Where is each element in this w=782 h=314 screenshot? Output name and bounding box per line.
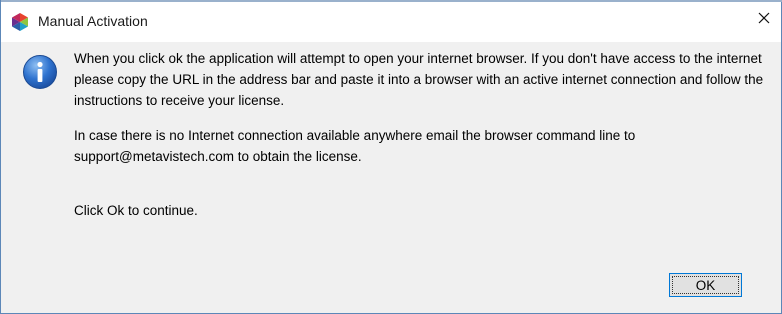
message-paragraph-email: In case there is no Internet connection … [74, 128, 636, 164]
ok-button-label: OK [695, 277, 716, 293]
message-paragraph-continue: Click Ok to continue. [74, 203, 198, 218]
metavis-logo-icon [10, 12, 30, 32]
ok-button[interactable]: OK [669, 273, 742, 297]
close-button[interactable] [747, 2, 781, 38]
dialog-window: Manual Activation When you click ok the … [0, 0, 782, 314]
window-title: Manual Activation [38, 13, 148, 29]
close-icon [758, 11, 770, 29]
title-bar[interactable]: Manual Activation [1, 2, 781, 42]
message-paragraph-browser: When you click ok the application will a… [74, 51, 764, 108]
info-icon [22, 54, 58, 90]
